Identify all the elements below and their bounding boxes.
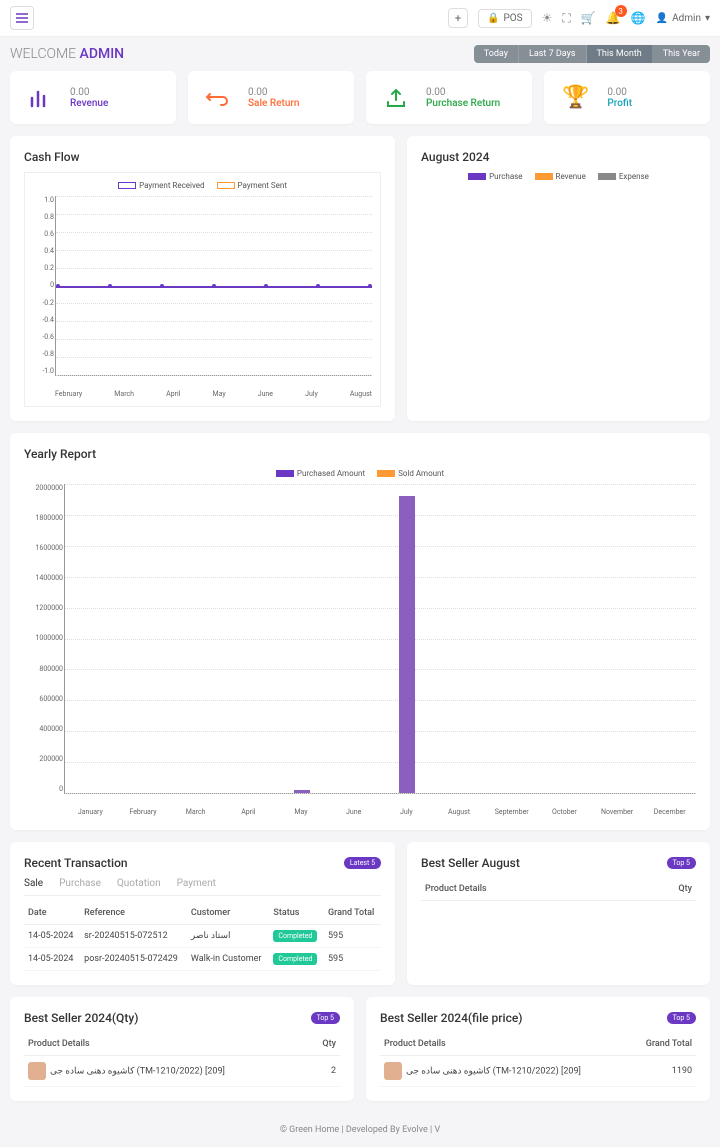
best-price-title: Best Seller 2024(file price) — [380, 1011, 522, 1025]
cart-icon[interactable]: 🛒 — [581, 11, 596, 25]
monthly-legend: Purchase Revenue Expense — [421, 172, 696, 181]
yearly-chart: 2000000180000016000001400000120000010000… — [64, 484, 696, 794]
top5-badge: Top 5 — [667, 857, 696, 869]
monthly-title: August 2024 — [421, 150, 696, 164]
cashflow-legend: Payment Received Payment Sent — [33, 181, 372, 190]
yearly-card: Yearly Report Purchased Amount Sold Amou… — [10, 433, 710, 830]
kpi-profit: 🏆 0.00 Profit — [544, 71, 710, 124]
top5-badge: Top 5 — [311, 1012, 340, 1024]
range-tabs: Today Last 7 Days This Month This Year — [474, 45, 710, 63]
kpi-purchase-return: 0.00 Purchase Return — [366, 71, 532, 124]
best-aug-title: Best Seller August — [421, 856, 520, 870]
theme-icon[interactable]: ☀ — [542, 11, 553, 25]
table-row: 14-05-2024posr-20240515-072429Walk-in Cu… — [24, 948, 381, 971]
best-qty-title: Best Seller 2024(Qty) — [24, 1011, 138, 1025]
kpi-pr-label: Purchase Return — [426, 98, 500, 109]
tab-sale[interactable]: Sale — [24, 878, 43, 889]
cashflow-chart: 1.00.80.60.40.20-0.2-0.4-0.6-0.8-1.0 — [55, 196, 372, 376]
kpi-profit-value: 0.00 — [607, 87, 632, 98]
kpi-sr-label: Sale Return — [248, 98, 299, 109]
footer-text: © Green Home | Developed By Evolve | V — [0, 1113, 720, 1147]
lock-icon: 🔒 — [487, 13, 499, 24]
recent-tabs: Sale Purchase Quotation Payment — [24, 878, 381, 896]
recent-title: Recent Transaction — [24, 856, 128, 870]
user-icon: 👤 — [656, 13, 668, 24]
table-row: 14-05-2024sr-20240515-072512استاد ناصرCo… — [24, 925, 381, 948]
tab-payment[interactable]: Payment — [177, 878, 216, 889]
cashflow-title: Cash Flow — [24, 150, 381, 164]
range-year[interactable]: This Year — [653, 45, 710, 63]
product-thumb — [28, 1062, 46, 1080]
kpi-profit-label: Profit — [607, 98, 632, 109]
welcome-text: WELCOME ADMIN — [10, 46, 124, 62]
range-month[interactable]: This Month — [587, 45, 653, 63]
kpi-revenue-value: 0.00 — [70, 87, 108, 98]
user-dropdown[interactable]: 👤 Admin ▾ — [656, 13, 710, 24]
table-row: کاشیوه دهنی ساده جی (TM-1210/2022) [209]… — [380, 1056, 696, 1087]
kpi-revenue: 0.00 Revenue — [10, 71, 176, 124]
best-aug-card: Best Seller August Top 5 Product Details… — [407, 842, 710, 985]
kpi-sale-return: 0.00 Sale Return — [188, 71, 354, 124]
recent-card: Recent Transaction Latest 5 Sale Purchas… — [10, 842, 395, 985]
return-icon — [206, 88, 230, 108]
range-today[interactable]: Today — [474, 45, 519, 63]
upload-icon — [384, 88, 408, 108]
bell-icon[interactable]: 🔔3 — [606, 11, 621, 25]
globe-icon[interactable]: 🌐 — [631, 11, 646, 25]
table-row: کاشیوه دهنی ساده جی (TM-1210/2022) [209]… — [24, 1056, 340, 1087]
kpi-pr-value: 0.00 — [426, 87, 500, 98]
kpi-sr-value: 0.00 — [248, 87, 299, 98]
trophy-icon: 🏆 — [562, 85, 589, 110]
recent-table: Date Reference Customer Status Grand Tot… — [24, 902, 381, 971]
bar-chart-icon — [28, 86, 52, 110]
best-qty-card: Best Seller 2024(Qty) Top 5 Product Deta… — [10, 997, 354, 1101]
pos-button[interactable]: 🔒 POS — [478, 9, 532, 28]
chevron-down-icon: ▾ — [705, 13, 710, 24]
product-thumb — [384, 1062, 402, 1080]
yearly-legend: Purchased Amount Sold Amount — [24, 469, 696, 478]
add-button[interactable]: + — [448, 8, 468, 28]
top5-badge: Top 5 — [667, 1012, 696, 1024]
range-last7[interactable]: Last 7 Days — [519, 45, 587, 63]
yearly-title: Yearly Report — [24, 447, 696, 461]
monthly-card: August 2024 Purchase Revenue Expense — [407, 136, 710, 421]
fullscreen-icon[interactable]: ⛶ — [562, 11, 570, 26]
tab-quotation[interactable]: Quotation — [117, 878, 161, 889]
user-name: Admin — [672, 13, 701, 24]
best-price-card: Best Seller 2024(file price) Top 5 Produ… — [366, 997, 710, 1101]
tab-purchase[interactable]: Purchase — [59, 878, 101, 889]
topbar: + 🔒 POS ☀ ⛶ 🛒 🔔3 🌐 👤 Admin ▾ — [0, 0, 720, 37]
latest-badge: Latest 5 — [344, 857, 381, 869]
pos-label: POS — [503, 13, 522, 24]
notif-badge: 3 — [615, 5, 627, 17]
cashflow-card: Cash Flow Payment Received Payment Sent … — [10, 136, 395, 421]
kpi-revenue-label: Revenue — [70, 98, 108, 109]
hamburger-button[interactable] — [10, 6, 34, 30]
